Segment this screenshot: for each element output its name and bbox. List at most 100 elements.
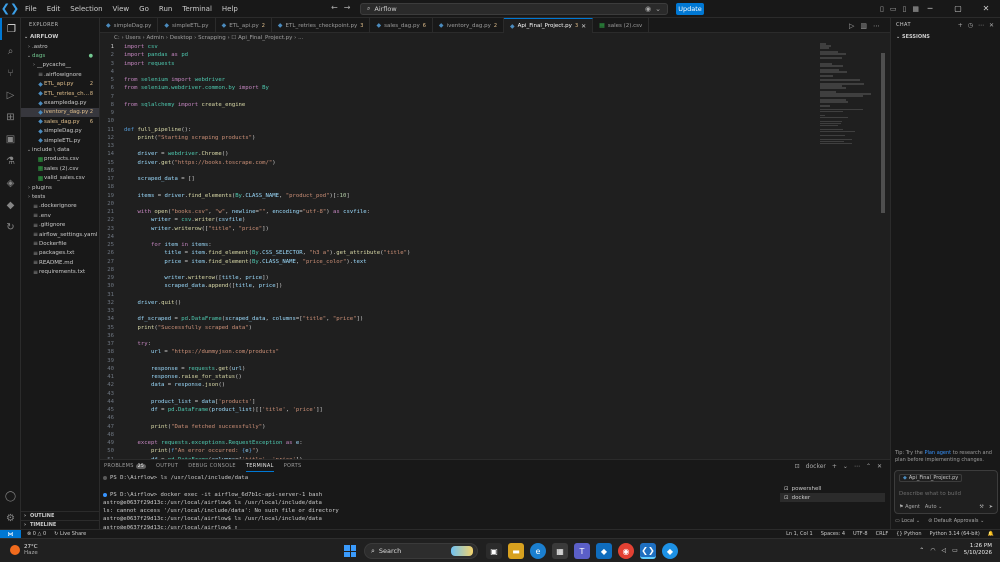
tree-item[interactable]: ▦ products.csv — [21, 155, 99, 164]
editor-scrollbar[interactable] — [880, 43, 886, 459]
remote-explorer-icon[interactable]: ▣ — [0, 128, 21, 150]
more-actions-icon[interactable]: ⋯ — [854, 463, 860, 470]
indentation[interactable]: Spaces: 4 — [821, 531, 845, 537]
windows-start-icon[interactable] — [344, 545, 356, 557]
add-terminal-icon[interactable]: + — [832, 463, 837, 470]
command-decoration-icon[interactable] — [103, 492, 107, 497]
chat-input-box[interactable]: ◆ Api_Final_Project.py Describe what to b… — [894, 470, 998, 514]
tree-item[interactable]: ◆ sales_dag.py 6 — [21, 117, 99, 126]
account-icon[interactable]: ◯ — [0, 485, 21, 507]
taskbar-search[interactable]: ⌕ Search — [364, 543, 478, 559]
store-icon[interactable]: ▦ — [552, 543, 568, 559]
weather-widget[interactable]: 27°C Haze — [10, 544, 38, 556]
tray-chevron-icon[interactable]: ⌃ — [919, 547, 924, 554]
panel-tab-problems[interactable]: PROBLEMS 25 — [104, 460, 147, 472]
close-panel-icon[interactable]: ✕ — [877, 463, 882, 470]
search-view-icon[interactable]: ⌕ — [0, 40, 21, 62]
menu-selection[interactable]: Selection — [65, 0, 107, 18]
terminal-instance[interactable]: ⊡ docker — [780, 493, 885, 502]
maximize-panel-icon[interactable]: ⌃ — [866, 463, 871, 470]
split-editor-icon[interactable]: ▥ — [860, 22, 867, 30]
maximize-icon[interactable]: ▢ — [944, 0, 972, 18]
tree-item[interactable]: ◆ETL_retries_chec...8 — [21, 89, 99, 98]
agent-mode-picker[interactable]: ⚑ Agent — [899, 504, 920, 510]
python-interpreter[interactable]: Python 3.14 (64-bit) — [930, 531, 980, 537]
tree-item[interactable]: ▦ valid_sales.csv — [21, 173, 99, 182]
new-chat-icon[interactable]: + — [958, 22, 963, 29]
chevron-down-icon[interactable]: ⌄ — [655, 5, 661, 13]
editor-tab[interactable]: ◆ simpleETL.py — [158, 18, 216, 33]
editor-tab[interactable]: ◆ sales_dag.py 6 — [370, 18, 433, 33]
send-icon[interactable]: ➤ — [989, 504, 993, 510]
editor-tab[interactable]: ▦ sales (2).csv — [593, 18, 650, 33]
menu-file[interactable]: File — [20, 0, 42, 18]
editor-tab[interactable]: ◆ ETL_api.py 2 — [216, 18, 272, 33]
history-icon[interactable]: ◷ — [968, 22, 973, 29]
tree-item[interactable]: ≡ packages.txt — [21, 249, 99, 258]
layout-sidebar-icon[interactable]: ▯ — [880, 5, 884, 13]
battery-icon[interactable]: ▭ — [952, 547, 958, 554]
tree-item[interactable]: › tests — [21, 192, 99, 201]
tree-item[interactable]: ◆ simpleETL.py — [21, 136, 99, 145]
file-explorer-icon[interactable]: ▬ — [508, 543, 524, 559]
chrome-icon[interactable]: ◉ — [618, 543, 634, 559]
tree-item[interactable]: ⌄ include \ data — [21, 145, 99, 154]
testing-icon[interactable]: ⚗ — [0, 150, 21, 172]
panel-tab-ports[interactable]: PORTS — [284, 460, 302, 472]
menu-go[interactable]: Go — [134, 0, 154, 18]
notifications-bell-icon[interactable]: 🔔 — [988, 531, 994, 537]
language-mode[interactable]: {} Python — [896, 531, 921, 537]
tree-item[interactable]: ≡ Dockerfile — [21, 239, 99, 248]
menu-help[interactable]: Help — [217, 0, 243, 18]
tree-item[interactable]: › __pycache__ — [21, 61, 99, 70]
live-share-status[interactable]: ↻ Live Share — [54, 531, 86, 537]
workspace-root[interactable]: ⌄ AIRFLOW — [21, 32, 99, 42]
context-file-chip[interactable]: ◆ Api_Final_Project.py — [895, 471, 997, 485]
tree-item[interactable]: ◆ exampledag.py — [21, 98, 99, 107]
outline-section[interactable]: › OUTLINE — [21, 511, 99, 520]
layout-panel-icon[interactable]: ▭ — [890, 5, 897, 13]
plan-agent-link[interactable]: Plan agent — [924, 450, 951, 456]
extensions-icon[interactable]: ⊞ — [0, 106, 21, 128]
panel-tab-debug-console[interactable]: DEBUG CONSOLE — [188, 460, 236, 472]
manage-gear-icon[interactable]: ⚙ — [0, 507, 21, 529]
terminal-instance[interactable]: ⊡ powershell — [780, 484, 885, 493]
tree-item[interactable]: ≡ airflow_settings.yaml — [21, 230, 99, 239]
menu-view[interactable]: View — [108, 0, 135, 18]
tree-item[interactable]: ≡ requirements.txt — [21, 267, 99, 276]
panel-tab-output[interactable]: OUTPUT — [156, 460, 178, 472]
edge-icon[interactable]: e — [530, 543, 546, 559]
layout-secondary-icon[interactable]: ▯ — [902, 5, 906, 13]
editor-tab[interactable]: ◆ ETL_retries_checkpoint.py 3 — [272, 18, 371, 33]
tree-item[interactable]: ≡ .gitignore — [21, 220, 99, 229]
tree-item[interactable]: › plugins — [21, 183, 99, 192]
local-picker[interactable]: ▭ Local ⌄ — [895, 518, 920, 524]
tree-item[interactable]: ≡ .airflowignore — [21, 70, 99, 79]
more-actions-icon[interactable]: ⋯ — [873, 22, 880, 30]
more-actions-icon[interactable]: ⋯ — [978, 22, 984, 29]
tools-icon[interactable]: ⚒ — [979, 504, 983, 510]
tree-item[interactable]: ≡ .dockerignore — [21, 202, 99, 211]
teams-icon[interactable]: T — [574, 543, 590, 559]
code-editor[interactable]: 1 import csv 2 import pandas as pd 3 import r… — [100, 43, 820, 459]
tree-item[interactable]: › .astro — [21, 42, 99, 51]
docker-icon[interactable]: ◆ — [0, 194, 21, 216]
breadcrumb[interactable]: C: › Users › Admin › Desktop › Scrapping… — [100, 33, 890, 43]
end-of-line[interactable]: CRLF — [876, 531, 889, 537]
source-control-icon[interactable]: ⑂ — [0, 62, 21, 84]
python-icon[interactable]: ◈ — [0, 172, 21, 194]
terminal-name[interactable]: docker — [806, 463, 826, 470]
terminal-profile-icon[interactable]: ⊡ — [795, 463, 800, 470]
menu-edit[interactable]: Edit — [42, 0, 66, 18]
back-arrow-icon[interactable]: ← — [331, 3, 338, 12]
tree-item[interactable]: ◆ iventory_dag.py 2 — [21, 107, 99, 118]
approvals-picker[interactable]: ⊘ Default Approvals ⌄ — [928, 518, 984, 524]
tree-item[interactable]: ≡ README.md — [21, 258, 99, 267]
editor-tab[interactable]: ◆ Api_Final_Project.py 3 ✕ — [504, 18, 594, 33]
run-debug-icon[interactable]: ▷ — [0, 84, 21, 106]
close-tab-icon[interactable]: ✕ — [581, 23, 586, 30]
sessions-section[interactable]: ⌄ SESSIONS — [891, 32, 1000, 42]
command-decoration-icon[interactable] — [103, 476, 107, 481]
scroll-thumb[interactable] — [881, 53, 885, 213]
explorer-icon[interactable]: ❐ — [0, 18, 21, 40]
